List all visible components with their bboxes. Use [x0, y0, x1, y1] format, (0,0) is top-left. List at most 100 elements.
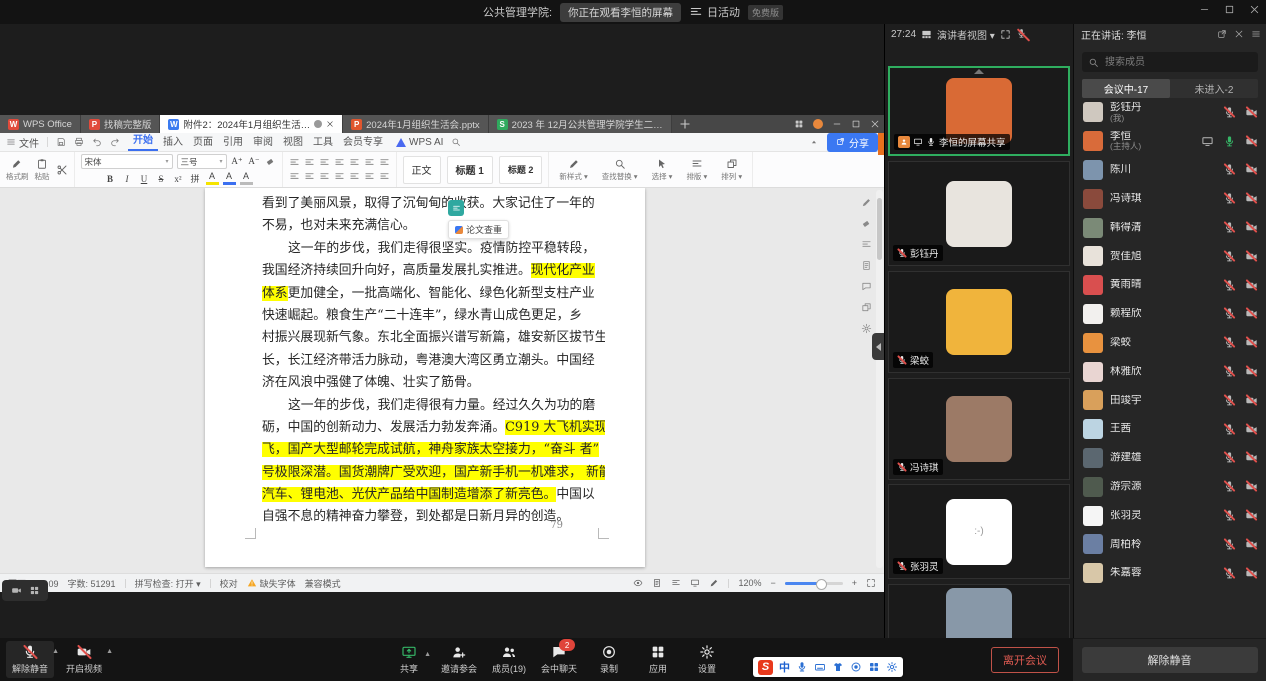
共享-button[interactable]: 共享▲	[392, 644, 426, 675]
sidebar-tool-gear[interactable]	[861, 322, 872, 334]
participant-row[interactable]: 赖程欣	[1074, 300, 1266, 329]
format-painter-button[interactable]: 格式刷	[6, 158, 29, 182]
participant-row[interactable]: 韩得清	[1074, 213, 1266, 242]
scrollbar-thumb[interactable]	[877, 198, 882, 260]
paragraph-tool-icon[interactable]	[319, 157, 330, 168]
popout-panel-icon[interactable]	[1217, 29, 1227, 40]
sidebar-tool-layers[interactable]	[861, 301, 872, 313]
sidebar-tool-eraser[interactable]	[861, 217, 872, 229]
page-view-icon[interactable]	[652, 578, 662, 589]
proofread-button[interactable]: 校对	[220, 577, 238, 590]
panel-tab[interactable]: 会议中-17	[1082, 79, 1170, 98]
maximize-button[interactable]	[1224, 3, 1235, 15]
file-menu[interactable]: 文件	[6, 135, 39, 150]
paragraph-tool-icon[interactable]	[349, 157, 360, 168]
view-mode-select[interactable]: 演讲者视图 ▾	[937, 27, 995, 42]
participant-row[interactable]: 周柏柃	[1074, 530, 1266, 559]
video-tile[interactable]: 冯诗琪	[888, 378, 1070, 480]
close-panel-icon[interactable]	[1234, 29, 1244, 40]
input-method-bar[interactable]: S中	[753, 657, 903, 677]
zoom-level[interactable]: 120%	[738, 578, 761, 588]
menu-tab-视图[interactable]: 视图	[278, 133, 308, 151]
participant-row[interactable]: 朱嘉蓉	[1074, 559, 1266, 588]
成员(19)-button[interactable]: 成员(19)	[492, 644, 526, 675]
新样式-dropdown[interactable]: 新样式 ▾	[555, 158, 591, 182]
menu-tab-插入[interactable]: 插入	[158, 133, 188, 151]
font-style-button[interactable]: 拼	[189, 172, 202, 185]
选择-dropdown[interactable]: 选择 ▾	[648, 158, 677, 182]
save-icon[interactable]	[56, 137, 66, 148]
participant-row[interactable]: 彭钰丹(我)	[1074, 98, 1266, 127]
participant-row[interactable]: 游宗源	[1074, 472, 1266, 501]
paragraph-tool-icon[interactable]	[304, 157, 315, 168]
new-tab-button[interactable]	[672, 115, 698, 133]
video-tile[interactable]: :-)张羽灵	[888, 484, 1070, 579]
menu-tab-工具[interactable]: 工具	[308, 133, 338, 151]
ime-mic-button[interactable]	[796, 661, 808, 673]
search-input[interactable]	[1103, 56, 1237, 69]
wps-document-tab[interactable]: WWPS Office	[0, 115, 81, 133]
ime-shirt-button[interactable]	[832, 661, 844, 673]
caret-up-icon[interactable]: ▲	[106, 648, 113, 655]
activity-menu[interactable]: 日活动	[689, 4, 740, 20]
paragraph-tool-icon[interactable]	[364, 157, 375, 168]
邀请参会-button[interactable]: 邀请参会	[441, 644, 477, 675]
paragraph-tool-icon[interactable]	[289, 171, 300, 182]
audio-muted-icon[interactable]	[1016, 28, 1030, 42]
panel-collapse-handle[interactable]	[872, 333, 884, 360]
wps-document-tab[interactable]: W附件2：2024年1月组织生活…	[160, 115, 343, 133]
font-style-button[interactable]: I	[121, 174, 134, 184]
ime-apps-button[interactable]	[868, 661, 880, 673]
paragraph-tool-icon[interactable]	[289, 157, 300, 168]
cut-button[interactable]	[56, 164, 68, 176]
caret-up-icon[interactable]: ▲	[52, 648, 59, 655]
close-tab-icon[interactable]	[326, 119, 334, 130]
outline-view-icon[interactable]	[671, 578, 681, 589]
wps-minimize-button[interactable]	[832, 119, 842, 130]
word-count[interactable]: 字数: 51291	[68, 577, 116, 590]
paragraph-tool-icon[interactable]	[379, 157, 390, 168]
participant-row[interactable]: 林雅欣	[1074, 357, 1266, 386]
wps-member-flag[interactable]	[878, 133, 884, 155]
fit-page-icon[interactable]	[866, 578, 876, 589]
fullscreen-icon[interactable]	[1000, 29, 1011, 40]
解除静音-button[interactable]: 解除静音▲	[6, 641, 54, 678]
video-tile[interactable]	[888, 584, 1070, 638]
increase-font-button[interactable]: A⁺	[231, 156, 244, 167]
sidebar-tool-comment[interactable]	[861, 280, 872, 292]
participant-row[interactable]: 游建雄	[1074, 444, 1266, 473]
member-search-box[interactable]	[1082, 52, 1258, 72]
scroll-up-indicator[interactable]	[974, 69, 984, 74]
font-name-select[interactable]: 宋体▾	[81, 154, 173, 169]
doc-assistant-icon[interactable]	[448, 200, 464, 216]
wps-close-button[interactable]	[870, 119, 880, 130]
undo-icon[interactable]	[92, 137, 102, 148]
开启视频-button[interactable]: 开启视频▲	[60, 641, 108, 678]
查找替换-dropdown[interactable]: 查找替换 ▾	[598, 158, 642, 182]
font-style-button[interactable]: x²	[172, 174, 185, 184]
missing-font-warning[interactable]: 缺失字体	[247, 577, 296, 590]
decrease-font-button[interactable]: A⁻	[248, 156, 261, 167]
menu-tab-审阅[interactable]: 审阅	[248, 133, 278, 151]
panel-tab[interactable]: 未进入-2	[1170, 79, 1258, 98]
sogou-logo[interactable]: S	[758, 660, 773, 675]
font-style-button[interactable]: B	[104, 174, 117, 184]
sidebar-tool-lines[interactable]	[861, 238, 872, 250]
document-page[interactable]: 看到了美丽风景，取得了沉甸甸的收获。大家记住了一年的不易，也对未来充满信心。这一…	[205, 188, 645, 567]
录制-button[interactable]: 录制	[592, 644, 626, 675]
spellcheck-status[interactable]: 拼写检查: 打开 ▾	[135, 577, 201, 590]
font-color-button[interactable]: A	[223, 172, 236, 185]
video-tile[interactable]: 李恒的屏幕共享	[888, 66, 1070, 156]
floating-corner-widget[interactable]	[2, 580, 48, 601]
search-icon[interactable]	[451, 137, 461, 148]
caret-up-icon[interactable]: ▲	[424, 651, 431, 658]
apps-icon[interactable]	[794, 119, 804, 130]
menu-tab-开始[interactable]: 开始	[128, 133, 158, 151]
participant-row[interactable]: 李恒(主持人)	[1074, 127, 1266, 156]
zoom-in-button[interactable]: +	[852, 578, 857, 588]
edit-mode-icon[interactable]	[709, 578, 719, 589]
paragraph-tool-icon[interactable]	[379, 171, 390, 182]
participant-row[interactable]: 陈川	[1074, 156, 1266, 185]
clear-format-button[interactable]	[265, 156, 276, 167]
paragraph-tool-icon[interactable]	[364, 171, 375, 182]
